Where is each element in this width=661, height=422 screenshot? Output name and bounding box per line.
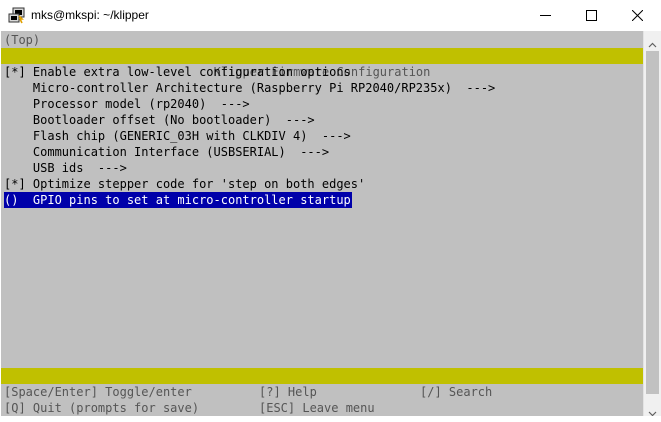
close-icon — [631, 10, 643, 21]
terminal-scrollbar[interactable] — [643, 31, 661, 417]
window-title: mks@mkspi: ~/klipper — [31, 8, 149, 22]
menu-item[interactable]: Micro-controller Architecture (Raspberry… — [4, 80, 495, 96]
menu-header-bar: Klipper Firmware Configuration — [1, 48, 643, 79]
menu-item[interactable]: [*] Optimize stepper code for 'step on b… — [4, 176, 365, 192]
top-marker: (Top) — [4, 33, 41, 47]
footer-toggle-hint: [Space/Enter] Toggle/enter — [4, 385, 192, 399]
terminal-area[interactable]: (Top) Klipper Firmware Configuration [*]… — [1, 31, 643, 416]
menu-item[interactable]: Processor model (rp2040) ---> — [4, 96, 250, 112]
menu-item[interactable]: Flash chip (GENERIC_03H with CLKDIV 4) -… — [4, 128, 351, 144]
footer-search-hint: [/] Search — [420, 385, 493, 399]
menu-item[interactable]: USB ids ---> — [4, 160, 127, 176]
maximize-button[interactable] — [568, 0, 614, 31]
scroll-up-icon[interactable] — [648, 35, 657, 48]
minimize-button[interactable] — [522, 0, 568, 31]
close-button[interactable] — [614, 0, 660, 31]
menu-item-selected[interactable]: () GPIO pins to set at micro-controller … — [4, 192, 352, 208]
menu-item[interactable]: [*] Enable extra low-level configuration… — [4, 64, 351, 80]
footer-separator-bar — [1, 368, 643, 384]
maximize-icon — [585, 10, 597, 21]
footer-quit-hint: [Q] Quit (prompts for save) — [4, 401, 200, 415]
menu-item[interactable]: Bootloader offset (No bootloader) ---> — [4, 112, 315, 128]
menu-item[interactable]: Communication Interface (USBSERIAL) ---> — [4, 144, 329, 160]
footer-escape-hint: [ESC] Leave menu — [259, 401, 375, 415]
footer-help-hint: [?] Help — [259, 385, 317, 399]
minimize-icon — [539, 10, 551, 21]
scrollbar-thumb[interactable] — [646, 51, 659, 394]
window-titlebar[interactable]: mks@mkspi: ~/klipper — [0, 0, 661, 32]
scroll-down-icon[interactable] — [648, 403, 657, 417]
putty-terminal-icon[interactable] — [8, 7, 26, 25]
